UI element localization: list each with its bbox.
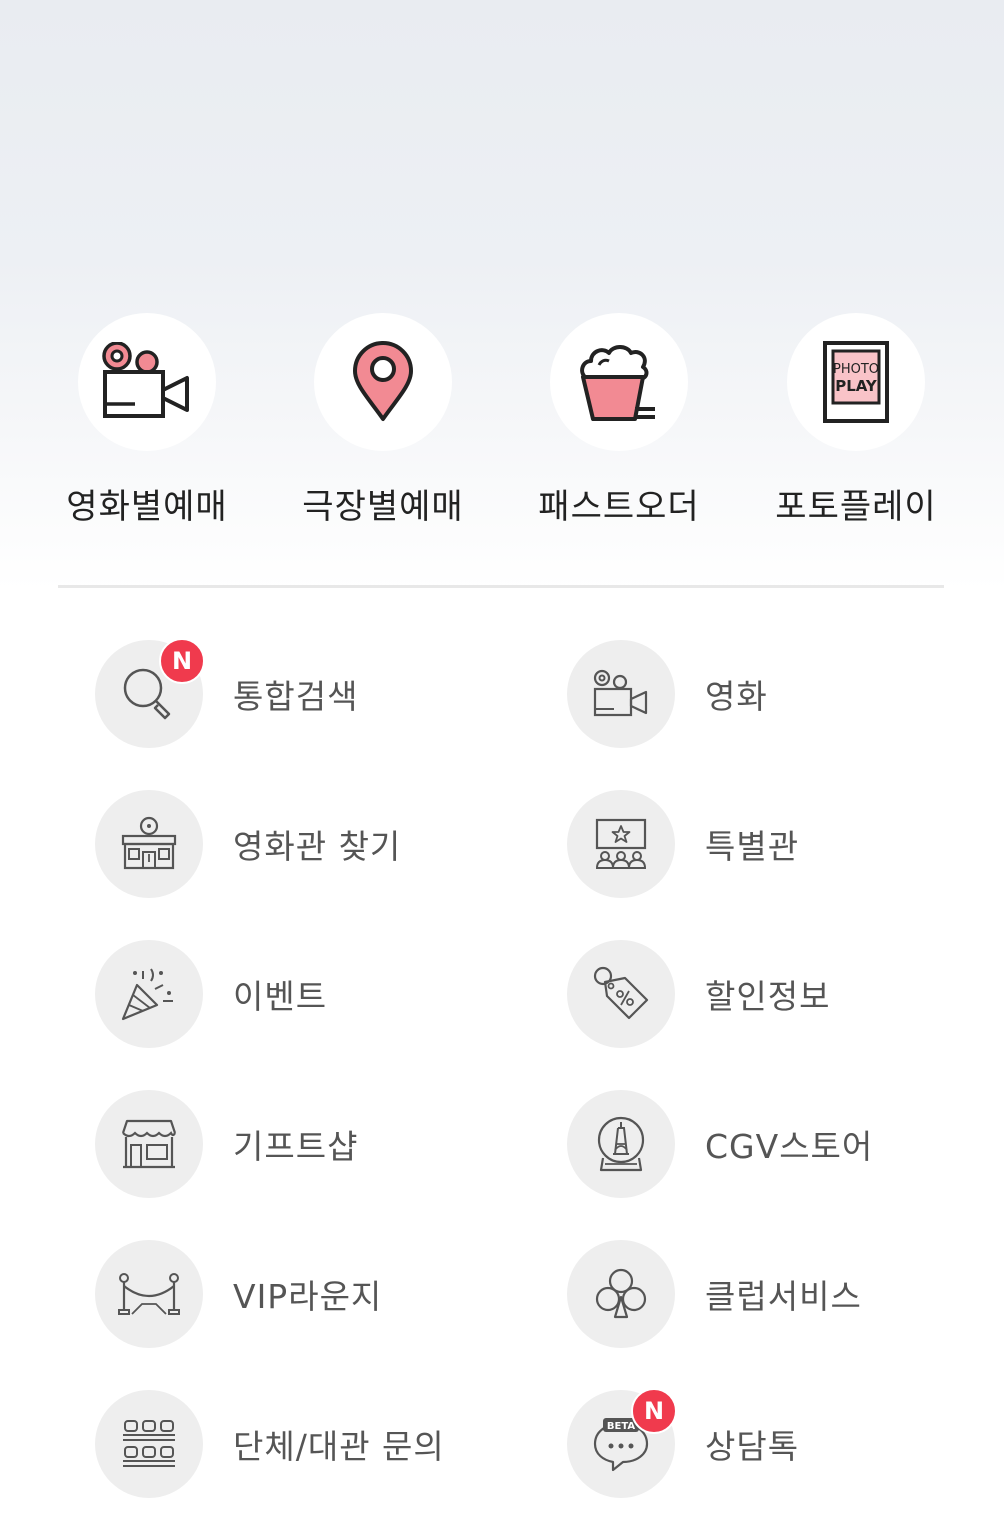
menu-item-find-theater[interactable]: 영화관 찾기 (95, 790, 535, 900)
movie-camera-icon (102, 342, 189, 418)
menu-item-event-circle (95, 940, 203, 1048)
menu-item-search-label: 통합검색 (233, 677, 359, 716)
party-popper-icon (121, 968, 173, 1021)
quick-photo-play-label: 포토플레이 (775, 487, 937, 527)
menu-item-special-theater[interactable]: 특별관 (567, 790, 1004, 900)
snow-globe-icon (597, 1116, 645, 1172)
new-badge: N (159, 638, 205, 684)
menu-item-discount[interactable]: 할인정보 (567, 940, 1004, 1050)
photo-play-icon: PHOTO PLAY (823, 341, 889, 423)
menu-item-consult-talk[interactable]: BETA N 상담톡 (567, 1388, 1004, 1500)
menu-item-event-label: 이벤트 (233, 977, 328, 1016)
menu-item-discount-circle (567, 940, 675, 1048)
location-pin-icon (353, 341, 413, 421)
photo-play-text-2: PLAY (835, 377, 878, 395)
menu-item-find-theater-label: 영화관 찾기 (233, 827, 402, 866)
gift-shop-icon (121, 1119, 177, 1169)
menu-item-group-inquiry-circle (95, 1390, 203, 1498)
quick-movie-booking-circle (78, 313, 216, 451)
menu-item-vip-lounge-circle (95, 1240, 203, 1348)
menu-item-search[interactable]: N 통합검색 (95, 638, 535, 750)
menu-item-club-service[interactable]: 클럽서비스 (567, 1240, 1004, 1350)
menu-item-gift-shop-label: 기프트샵 (233, 1127, 359, 1166)
menu-item-movie[interactable]: 영화 (567, 640, 1004, 750)
quick-movie-booking-label: 영화별예매 (66, 487, 228, 527)
new-badge: N (631, 1388, 677, 1434)
menu-item-discount-label: 할인정보 (705, 977, 831, 1016)
photo-play-text-1: PHOTO (833, 362, 879, 377)
menu-item-consult-talk-label: 상담톡 (705, 1427, 800, 1466)
movie-camera-icon (593, 669, 648, 717)
group-seats-icon (123, 1420, 175, 1467)
menu-item-special-theater-circle (567, 790, 675, 898)
theater-building-icon (121, 816, 177, 870)
menu-item-movie-label: 영화 (705, 677, 768, 716)
menu-item-cgv-store-label: CGV스토어 (705, 1127, 874, 1166)
popcorn-icon (580, 345, 655, 421)
menu-item-event[interactable]: 이벤트 (95, 940, 535, 1050)
menu-item-special-theater-label: 특별관 (705, 827, 800, 866)
quick-fast-order[interactable]: 패스트오더 (501, 313, 737, 543)
menu-item-club-service-label: 클럽서비스 (705, 1277, 862, 1316)
quick-fast-order-label: 패스트오더 (538, 487, 700, 527)
quick-movie-booking[interactable]: 영화별예매 (29, 313, 265, 543)
quick-theater-booking-circle (314, 313, 452, 451)
menu-item-gift-shop-circle (95, 1090, 203, 1198)
vip-rope-icon (118, 1273, 180, 1315)
menu-item-movie-circle (567, 640, 675, 748)
menu-item-find-theater-circle (95, 790, 203, 898)
quick-menu: 영화별예매 극장별예매 패스트오더 PHOTO PLAY 포토플레이 (0, 0, 1004, 560)
menu-item-vip-lounge[interactable]: VIP라운지 (95, 1240, 535, 1350)
quick-fast-order-circle (550, 313, 688, 451)
quick-photo-play-circle: PHOTO PLAY (787, 313, 925, 451)
menu-item-group-inquiry-label: 단체/대관 문의 (233, 1427, 445, 1466)
special-theater-icon (595, 818, 647, 869)
quick-photo-play[interactable]: PHOTO PLAY 포토플레이 (738, 313, 974, 543)
quick-theater-booking[interactable]: 극장별예매 (265, 313, 501, 543)
menu-item-club-service-circle (567, 1240, 675, 1348)
menu-item-cgv-store[interactable]: CGV스토어 (567, 1090, 1004, 1200)
menu-item-gift-shop[interactable]: 기프트샵 (95, 1090, 535, 1200)
menu-item-group-inquiry[interactable]: 단체/대관 문의 (95, 1390, 535, 1500)
menu-item-vip-lounge-label: VIP라운지 (233, 1277, 383, 1316)
menu-item-cgv-store-circle (567, 1090, 675, 1198)
club-icon (595, 1268, 647, 1319)
quick-theater-booking-label: 극장별예매 (302, 487, 464, 527)
beta-label: BETA (607, 1421, 635, 1432)
discount-tag-icon (593, 966, 649, 1020)
section-divider (58, 585, 944, 588)
